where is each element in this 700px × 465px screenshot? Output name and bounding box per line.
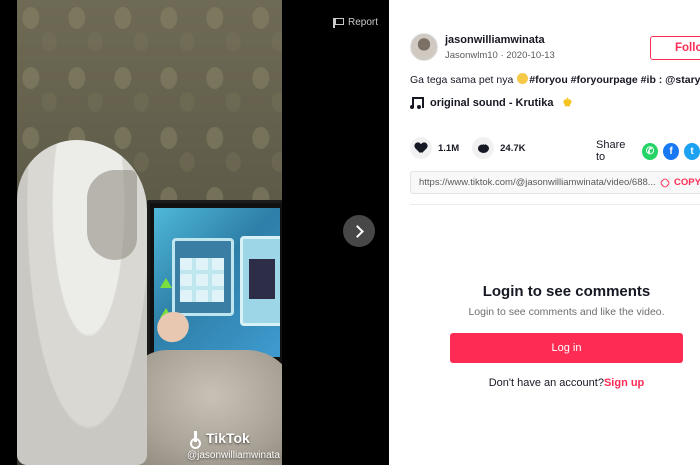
video-blanket (127, 350, 282, 465)
engagement-actions: 1.1M 24.7K (410, 137, 538, 159)
flag-icon (333, 17, 344, 28)
video-player[interactable] (17, 0, 282, 465)
next-video-button[interactable] (343, 215, 375, 247)
author-meta: Jasonwlm10 · 2020-10-13 (445, 50, 555, 61)
video-stage[interactable]: TikTok @jasonwilliamwinata Report (0, 0, 389, 465)
signup-prompt: Don't have an account?Sign up (488, 377, 645, 389)
divider (410, 204, 700, 205)
video-link-url[interactable]: https://www.tiktok.com/@jasonwilliamwina… (419, 177, 657, 188)
info-panel: jasonwilliamwinata Jasonwlm10 · 2020-10-… (389, 0, 700, 465)
share-row: Share to ✆ f t (596, 139, 700, 163)
watermark-handle: @jasonwilliamwinata (187, 450, 280, 461)
video-caption: Ga tega sama pet nya #foryou #foryourpag… (410, 73, 700, 86)
whatsapp-icon[interactable]: ✆ (642, 142, 659, 160)
weary-face-icon (517, 73, 529, 84)
share-label: Share to (596, 139, 626, 163)
twitter-icon[interactable]: t (684, 142, 700, 160)
copy-link-button[interactable]: COPY (659, 176, 700, 189)
login-button[interactable]: Log in (450, 333, 683, 363)
avatar[interactable] (410, 33, 438, 61)
comment-icon (477, 139, 489, 153)
caption-hashtags[interactable]: #foryou #foryourpage #ib : @staryu (529, 74, 700, 86)
sound-link[interactable]: original sound - Krutika ♚ (410, 96, 572, 109)
comment-button[interactable]: 24.7K (472, 137, 525, 159)
video-link-field[interactable]: https://www.tiktok.com/@jasonwilliamwina… (410, 171, 700, 194)
chevron-right-icon (351, 224, 364, 238)
crown-icon: ♚ (562, 97, 573, 109)
facebook-icon[interactable]: f (663, 142, 680, 160)
comment-count: 24.7K (500, 142, 526, 154)
sound-label: original sound - Krutika (430, 96, 554, 109)
video-monitor (147, 200, 282, 368)
link-icon (659, 176, 671, 189)
report-button[interactable]: Report (333, 17, 378, 28)
like-count: 1.1M (438, 142, 460, 154)
tiktok-logo-icon (190, 431, 202, 449)
login-subtitle: Login to see comments and like the video… (468, 306, 665, 318)
tiktok-watermark: TikTok (190, 430, 250, 449)
like-button[interactable]: 1.1M (410, 137, 459, 159)
login-title: Login to see comments (482, 283, 651, 300)
follow-button[interactable]: Follo (650, 36, 700, 60)
signup-link[interactable]: Sign up (604, 377, 644, 389)
author-username[interactable]: jasonwilliamwinata (445, 34, 545, 46)
heart-icon (415, 143, 427, 154)
music-note-icon (410, 96, 424, 109)
